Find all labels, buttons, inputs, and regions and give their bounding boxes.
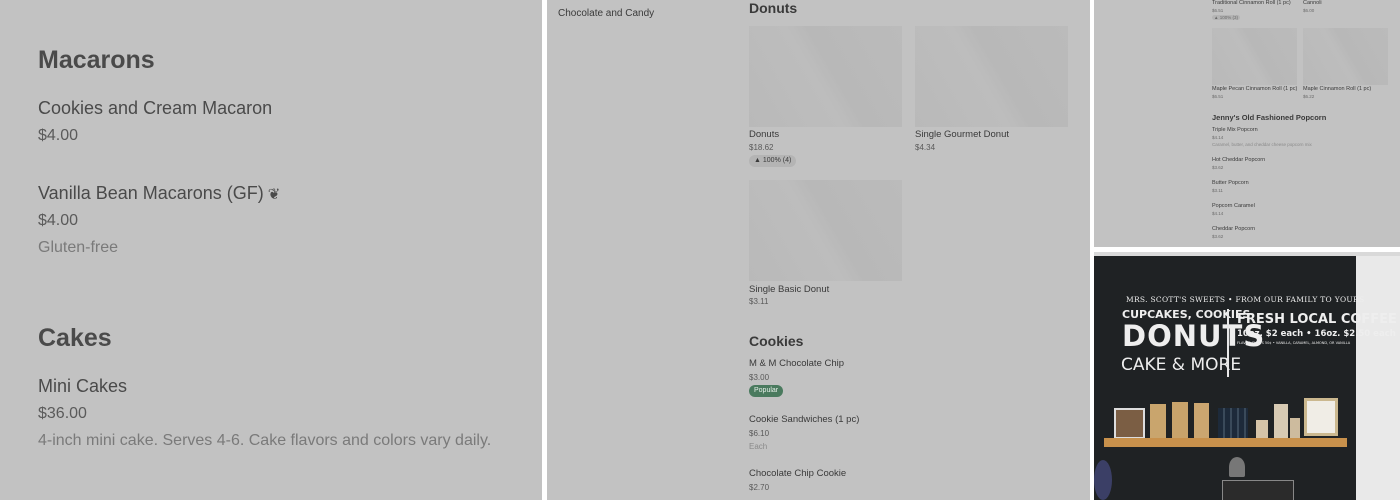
- glass-jar: [1229, 457, 1245, 477]
- ceiling: [1094, 252, 1400, 256]
- item-name[interactable]: M & M Chocolate Chip: [749, 358, 844, 369]
- sidebar-item-chocolate-candy[interactable]: Chocolate and Candy: [558, 8, 654, 19]
- item-price: $6.00: [1303, 8, 1315, 13]
- item-price: $6.51: [1212, 8, 1224, 13]
- section-heading-cookies: Cookies: [749, 333, 804, 349]
- item-price: $3.11: [1212, 188, 1223, 193]
- item-name[interactable]: Cheddar Popcorn: [1212, 226, 1255, 232]
- item-description: Gluten-free: [38, 239, 119, 256]
- sign-divider: [1227, 309, 1229, 377]
- rating-text: 100% (3): [1219, 15, 1238, 20]
- item-price: $4.00: [38, 212, 79, 229]
- item-description: Each: [749, 442, 768, 451]
- item-name[interactable]: Maple Cinnamon Roll (1 pc): [1303, 86, 1371, 92]
- item-image-placeholder[interactable]: [915, 26, 1068, 127]
- item-price: $18.62: [749, 143, 774, 152]
- jar: [1256, 420, 1268, 438]
- item-price: $6.22: [1303, 94, 1315, 99]
- coffee-flavors: FLAVOR SHOTS 50¢ • VANILLA, CARAMEL, ALM…: [1237, 341, 1351, 345]
- item-name[interactable]: Single Basic Donut: [749, 284, 829, 295]
- coffee-machine: [1222, 480, 1294, 500]
- item-name-text: Vanilla Bean Macarons (GF): [38, 183, 264, 203]
- item-name[interactable]: Cookies and Cream Macaron: [38, 98, 272, 119]
- item-image-placeholder[interactable]: [1303, 28, 1388, 85]
- section-heading-macarons: Macarons: [38, 46, 155, 74]
- jar: [1290, 418, 1300, 438]
- thumbs-up-icon: ▲: [1214, 15, 1219, 20]
- item-name[interactable]: Popcorn Caramel: [1212, 203, 1255, 209]
- storefront-photo: MRS. SCOTT'S SWEETS • FROM OUR FAMILY TO…: [1094, 252, 1400, 500]
- item-name[interactable]: Butter Popcorn: [1212, 180, 1249, 186]
- menu-panel-macarons-cakes: Macarons Cookies and Cream Macaron $4.00…: [0, 0, 542, 500]
- leaf-icon: ❦: [267, 186, 281, 203]
- banner-text: MRS. SCOTT'S SWEETS • FROM OUR FAMILY TO…: [1126, 295, 1365, 304]
- item-name[interactable]: Traditional Cinnamon Roll (1 pc): [1212, 0, 1291, 6]
- rating-text: 100% (4): [762, 157, 792, 164]
- section-heading-cakes: Cakes: [38, 324, 112, 352]
- item-price: $6.51: [1212, 94, 1224, 99]
- wooden-shelf: [1104, 438, 1347, 447]
- item-name[interactable]: Hot Cheddar Popcorn: [1212, 157, 1265, 163]
- coffee-bag: [1194, 403, 1209, 438]
- item-description: 4-inch mini cake. Serves 4-6. Cake flavo…: [38, 432, 492, 449]
- side-wall: [1356, 252, 1400, 500]
- menu-panel-donuts-cookies: Chocolate and Candy Donuts Donuts $18.62…: [547, 0, 1090, 500]
- coffee-bag: [1150, 404, 1166, 438]
- item-price: $4.00: [38, 127, 79, 144]
- item-name[interactable]: Single Gourmet Donut: [915, 129, 1009, 140]
- item-price: $3.00: [749, 373, 770, 382]
- item-name[interactable]: Mini Cakes: [38, 376, 127, 397]
- item-image-placeholder[interactable]: [749, 26, 902, 127]
- item-price: $4.14: [1212, 135, 1224, 140]
- item-name[interactable]: Triple Mix Popcorn: [1212, 127, 1258, 133]
- rating-badge: ▲ 100% (3): [1212, 15, 1240, 20]
- coffee-prices: 10oz. $2 each • 16oz. $2.50 each: [1237, 329, 1396, 339]
- item-name[interactable]: Chocolate Chip Cookie: [749, 468, 846, 479]
- thumbs-up-icon: ▲: [754, 157, 761, 164]
- coffee-boxes: [1218, 408, 1248, 438]
- item-name[interactable]: Maple Pecan Cinnamon Roll (1 pc): [1212, 86, 1297, 92]
- menu-panel-rolls-popcorn: Traditional Cinnamon Roll (1 pc) $6.51 ▲…: [1094, 0, 1400, 247]
- sign-line-cake-more: CAKE & MORE: [1121, 355, 1242, 375]
- framed-sign: [1114, 408, 1145, 439]
- coffee-heading: FRESH LOCAL COFFEE: [1237, 312, 1397, 327]
- item-price: $4.34: [915, 143, 936, 152]
- item-image-placeholder[interactable]: [1212, 28, 1297, 85]
- item-price: $6.10: [749, 429, 770, 438]
- item-price: $2.70: [749, 483, 770, 492]
- section-heading-popcorn: Jenny's Old Fashioned Popcorn: [1212, 113, 1327, 122]
- section-heading-donuts: Donuts: [749, 0, 798, 16]
- item-price: $3.62: [1212, 165, 1224, 170]
- item-price: $4.14: [1212, 211, 1224, 216]
- person-head: [1094, 460, 1112, 500]
- rating-badge: ▲ 100% (4): [749, 155, 797, 167]
- item-name[interactable]: Donuts: [749, 129, 779, 140]
- item-price: $3.62: [1212, 234, 1224, 239]
- item-name[interactable]: Cookie Sandwiches (1 pc): [749, 414, 859, 425]
- jar: [1274, 404, 1288, 438]
- item-name-vanilla[interactable]: Vanilla Bean Macarons (GF) ❦: [38, 183, 280, 204]
- item-price: $3.11: [749, 297, 769, 306]
- item-description: Caramel, butter, and cheddar cheese popc…: [1212, 142, 1312, 147]
- popular-badge: Popular: [749, 385, 784, 397]
- item-price: $36.00: [38, 405, 87, 422]
- item-image-placeholder[interactable]: [749, 180, 902, 281]
- item-name[interactable]: Cannoli: [1303, 0, 1322, 6]
- framed-picture: [1304, 398, 1338, 436]
- coffee-bag: [1172, 402, 1188, 438]
